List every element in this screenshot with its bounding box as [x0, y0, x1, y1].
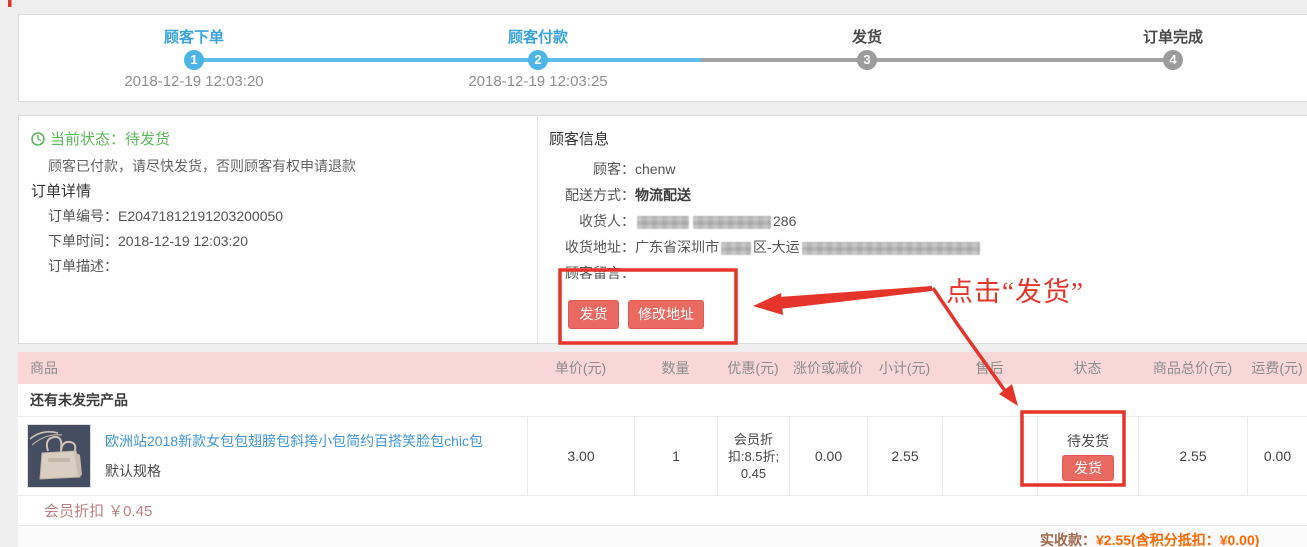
receiver-suffix: 286: [773, 213, 796, 229]
step-timestamp: 2018-12-19 12:03:25: [428, 73, 648, 90]
address-row: 收货地址：广东省深圳市 区-大运: [539, 234, 982, 260]
order-details-title: 订单详情: [31, 180, 91, 201]
customer-label: 顾客：: [539, 156, 635, 182]
total-cell: 2.55: [1138, 417, 1247, 495]
step-complete: 订单完成 4: [1063, 15, 1283, 47]
address-part2: 区-大运: [753, 239, 800, 255]
customer-info-title: 顾客信息: [549, 128, 609, 149]
progress-track-pending: [701, 58, 1173, 62]
col-header-total: 商品总价(元): [1138, 358, 1247, 378]
customer-name: chenw: [635, 161, 675, 177]
shipping-method-value: 物流配送: [635, 187, 691, 203]
status-hint: 顾客已付款，请尽快发货，否则顾客有权申请退款: [48, 156, 356, 176]
shipping-fee-cell: 0.00: [1247, 417, 1307, 495]
col-header-discount: 优惠(元): [717, 358, 789, 378]
step-label: 顾客付款: [428, 26, 648, 47]
address-label: 收货地址：: [539, 234, 635, 260]
progress-track-done: [194, 58, 701, 62]
redacted-receiver-name: [637, 216, 689, 229]
current-status-text: 当前状态：待发货: [50, 131, 170, 148]
product-spec: 默认规格: [105, 461, 483, 481]
discount-text: 会员折扣:8.5折;0.45: [716, 431, 791, 482]
col-header-shipping-fee: 运费(元): [1247, 358, 1307, 378]
col-header-quantity: 数量: [634, 358, 717, 378]
step-label: 订单完成: [1063, 26, 1283, 47]
status-cell: 待发货 发货: [1037, 417, 1138, 495]
address-part1: 广东省深圳市: [635, 239, 719, 255]
aftersale-cell: [942, 417, 1037, 495]
current-status: 当前状态：待发货: [31, 128, 170, 150]
message-label: 顾客留言：: [539, 260, 635, 286]
unshipped-section-row: 还有未发完产品: [18, 384, 1307, 417]
step-order-placed: 顾客下单 1 2018-12-19 12:03:20: [84, 15, 304, 47]
order-items-table: 商品 单价(元) 数量 优惠(元) 涨价或减价 小计(元) 售后 状态 商品总价…: [18, 352, 1307, 547]
step-paid: 顾客付款 2 2018-12-19 12:03:25: [428, 15, 648, 47]
step-number-badge: 2: [528, 50, 548, 70]
receiver-row: 收货人： 286: [539, 208, 982, 234]
product-cell: 欧洲站2018新款女包包翅膀包斜挎小包简约百搭笑脸包chic包 默认规格: [18, 417, 527, 495]
product-name-link[interactable]: 欧洲站2018新款女包包翅膀包斜挎小包简约百搭笑脸包chic包: [105, 431, 483, 451]
shipping-method-row: 配送方式：物流配送: [539, 182, 982, 208]
receiver-label: 收货人：: [539, 208, 635, 234]
step-timestamp: 2018-12-19 12:03:20: [84, 73, 304, 90]
customer-row: 顾客：chenw: [539, 156, 982, 182]
step-number-badge: 3: [857, 50, 877, 70]
order-description: 订单描述：: [48, 256, 118, 276]
step-ship: 发货 3: [757, 15, 977, 47]
col-header-subtotal: 小计(元): [867, 358, 942, 378]
order-detail-page: 顾客下单 1 2018-12-19 12:03:20 顾客付款 2 2018-1…: [0, 0, 1307, 547]
col-header-product: 商品: [18, 358, 527, 378]
step-label: 发货: [757, 26, 977, 47]
col-header-unit-price: 单价(元): [527, 358, 634, 378]
product-info: 欧洲站2018新款女包包翅膀包斜挎小包简约百搭笑脸包chic包 默认规格: [105, 431, 483, 481]
product-image[interactable]: [27, 424, 91, 488]
footer-amounts: 实收款：¥2.55(含积分抵扣：¥0.00): [1040, 530, 1259, 547]
panel-divider: [537, 116, 538, 343]
quantity-cell: 1: [634, 417, 717, 495]
row-status-text: 待发货: [1067, 431, 1109, 451]
order-total-footer: 实收款：¥2.55(含积分抵扣：¥0.00): [18, 525, 1307, 547]
paid-amount-value: ¥2.55(含积分抵扣：¥0.00): [1096, 532, 1259, 547]
subtotal-cell: 2.55: [867, 417, 942, 495]
col-header-aftersale: 售后: [942, 358, 1037, 378]
step-number-badge: 4: [1163, 50, 1183, 70]
col-header-adjust: 涨价或减价: [789, 358, 867, 378]
paid-amount-label: 实收款：: [1040, 532, 1096, 547]
unit-price-cell: 3.00: [527, 417, 634, 495]
adjust-cell: 0.00: [789, 417, 867, 495]
order-number: 订单编号：E20471812191203200050: [48, 206, 283, 226]
redacted-receiver-phone: [693, 216, 771, 229]
step-number-badge: 1: [184, 50, 204, 70]
annotation-stray-mark: [8, 0, 12, 7]
order-info-panel: 当前状态：待发货 顾客已付款，请尽快发货，否则顾客有权申请退款 订单详情 订单编…: [18, 115, 1307, 344]
edit-address-button[interactable]: 修改地址: [628, 300, 704, 329]
shipping-method-label: 配送方式：: [539, 182, 635, 208]
row-ship-button[interactable]: 发货: [1062, 455, 1114, 481]
discount-cell: 会员折扣:8.5折;0.45: [717, 417, 789, 495]
ship-button[interactable]: 发货: [568, 300, 619, 329]
table-header-row: 商品 单价(元) 数量 优惠(元) 涨价或减价 小计(元) 售后 状态 商品总价…: [18, 352, 1307, 384]
col-header-status: 状态: [1037, 358, 1138, 378]
customer-info-rows: 顾客：chenw 配送方式：物流配送 收货人： 286 收货地址：广东省深圳市 区-…: [539, 156, 982, 286]
message-row: 顾客留言：: [539, 260, 982, 286]
order-time: 下单时间：2018-12-19 12:03:20: [48, 231, 248, 251]
order-progress-stepper: 顾客下单 1 2018-12-19 12:03:20 顾客付款 2 2018-1…: [18, 14, 1307, 102]
step-label: 顾客下单: [84, 26, 304, 47]
redacted-district: [721, 242, 751, 255]
redacted-address-detail: [802, 242, 980, 255]
member-discount-row: 会员折扣 ￥0.45: [18, 496, 1307, 525]
product-row: 欧洲站2018新款女包包翅膀包斜挎小包简约百搭笑脸包chic包 默认规格 3.0…: [18, 417, 1307, 496]
clock-icon: [31, 132, 45, 150]
